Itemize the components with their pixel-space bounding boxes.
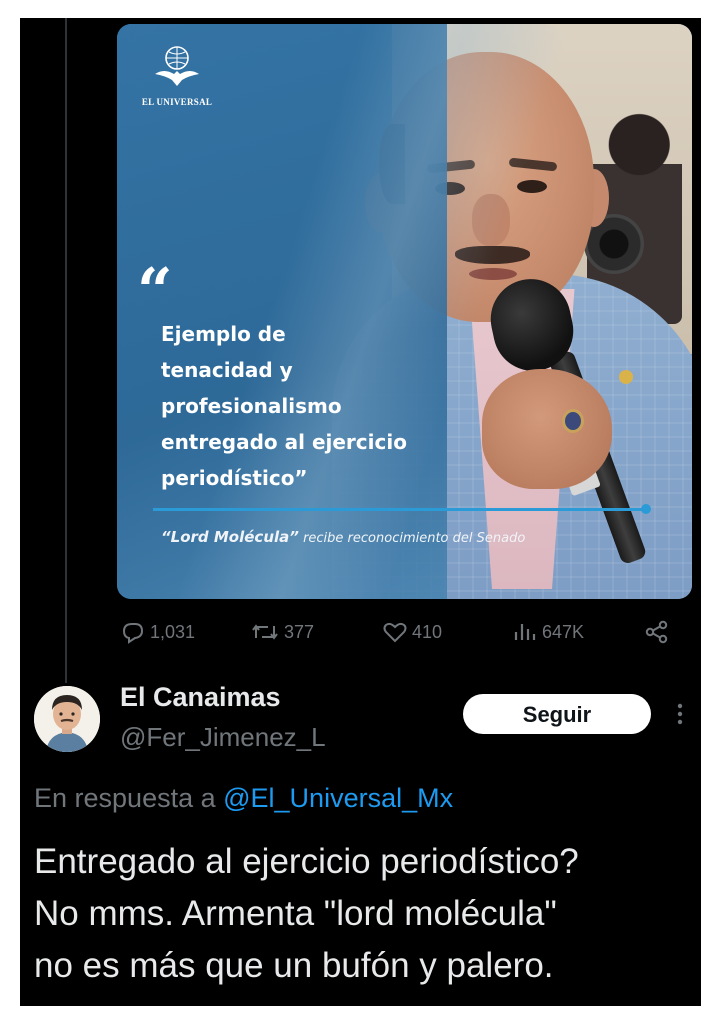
in-reply-prefix: En respuesta a bbox=[34, 783, 224, 813]
reply-text: Entregado al ejercicio periodístico? No … bbox=[34, 842, 579, 985]
views-count: 647K bbox=[542, 621, 585, 642]
post-image[interactable]: EL UNIVERSAL “ Ejemplo de tenacidad y pr… bbox=[117, 24, 692, 599]
quote-icon: “ bbox=[137, 254, 173, 327]
share-icon bbox=[645, 620, 668, 644]
image-lapel-pin bbox=[619, 370, 633, 384]
views-action[interactable]: 647K bbox=[512, 620, 584, 644]
share-action[interactable] bbox=[644, 620, 670, 644]
image-hand bbox=[482, 369, 612, 489]
in-reply-mention[interactable]: @El_Universal_Mx bbox=[223, 783, 453, 813]
image-divider-dot bbox=[641, 504, 651, 514]
avatar[interactable] bbox=[34, 686, 100, 752]
reply-action[interactable]: 1,031 bbox=[120, 620, 195, 644]
caption-name: “Lord Molécula” bbox=[161, 528, 299, 546]
eagle-globe-icon bbox=[155, 46, 199, 86]
image-divider bbox=[153, 508, 647, 511]
avatar-illustration bbox=[34, 686, 100, 752]
el-universal-logo: EL UNIVERSAL bbox=[139, 44, 215, 107]
heart-icon bbox=[383, 622, 407, 643]
like-count: 410 bbox=[412, 621, 443, 642]
more-icon[interactable] bbox=[672, 698, 688, 730]
repost-count: 377 bbox=[284, 621, 315, 642]
repost-action[interactable]: 377 bbox=[250, 620, 314, 644]
brand-name: EL UNIVERSAL bbox=[141, 97, 213, 107]
reply-count: 1,031 bbox=[150, 621, 196, 642]
image-quote: Ejemplo de tenacidad y profesionalismo e… bbox=[161, 322, 407, 490]
in-reply-to: En respuesta a @El_Universal_Mx bbox=[34, 783, 453, 814]
views-icon bbox=[514, 624, 536, 640]
image-caption: “Lord Molécula” recibe reconocimiento de… bbox=[161, 527, 561, 549]
twitter-thread: EL UNIVERSAL “ Ejemplo de tenacidad y pr… bbox=[20, 18, 701, 1006]
follow-button[interactable]: Seguir bbox=[463, 694, 651, 734]
reply-icon bbox=[122, 623, 144, 644]
user-handle[interactable]: @Fer_Jimenez_L bbox=[120, 722, 326, 753]
image-ring bbox=[562, 409, 584, 433]
thread-line bbox=[65, 18, 67, 683]
like-action[interactable]: 410 bbox=[382, 620, 442, 644]
post-metrics: 1,031 377 410 647K bbox=[120, 618, 680, 648]
display-name[interactable]: El Canaimas bbox=[120, 682, 281, 713]
more-dots bbox=[677, 703, 683, 725]
caption-rest: recibe reconocimiento del Senado bbox=[298, 531, 526, 546]
repost-icon bbox=[252, 624, 278, 640]
